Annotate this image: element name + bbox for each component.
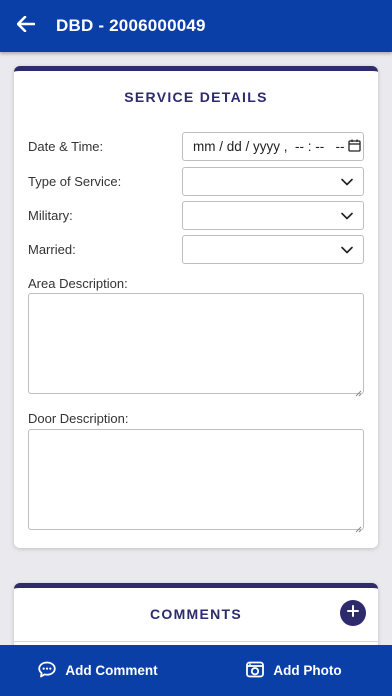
married-select[interactable] (182, 235, 364, 264)
resize-handle-icon[interactable] (354, 384, 362, 397)
bottom-action-bar: Add Comment Add Photo (0, 645, 392, 696)
add-photo-label: Add Photo (273, 663, 342, 678)
date-time-input[interactable]: mm / dd / yyyy , -- : -- -- (182, 132, 364, 161)
type-of-service-select[interactable] (182, 167, 364, 196)
app-header: DBD - 2006000049 (0, 0, 392, 52)
arrow-left-icon (16, 15, 36, 37)
resize-handle-icon[interactable] (354, 520, 362, 533)
chevron-down-icon (341, 174, 353, 189)
date-time-label: Date & Time: (28, 139, 104, 154)
divider (14, 641, 378, 642)
type-of-service-label: Type of Service: (28, 174, 122, 189)
chevron-down-icon (341, 242, 353, 257)
comments-title: COMMENTS (149, 606, 243, 622)
married-row: Married: (28, 235, 364, 264)
chevron-down-icon (341, 208, 353, 223)
camera-icon (246, 661, 273, 681)
date-time-placeholder: mm / dd / yyyy , -- : -- -- (193, 139, 349, 154)
military-row: Military: (28, 201, 364, 230)
date-time-row: Date & Time: mm / dd / yyyy , -- : -- -- (28, 132, 364, 161)
add-photo-button[interactable]: Add Photo (196, 645, 392, 696)
chat-bubble-icon (38, 661, 65, 681)
add-comment-label: Add Comment (65, 663, 158, 678)
area-description-textarea[interactable] (28, 293, 364, 397)
service-details-card: SERVICE DETAILS Date & Time: mm / dd / y… (14, 66, 378, 548)
plus-circle-icon (347, 604, 359, 622)
add-comment-plus-button[interactable] (340, 600, 366, 626)
calendar-icon[interactable] (348, 139, 361, 155)
add-comment-button[interactable]: Add Comment (0, 645, 196, 696)
military-label: Military: (28, 208, 73, 223)
door-description-textarea[interactable] (28, 429, 364, 533)
door-description-label: Door Description: (28, 411, 129, 426)
type-of-service-row: Type of Service: (28, 167, 364, 196)
page-title: DBD - 2006000049 (56, 16, 206, 35)
area-description-label: Area Description: (28, 276, 128, 291)
back-button[interactable] (0, 0, 52, 52)
military-select[interactable] (182, 201, 364, 230)
married-label: Married: (28, 242, 76, 257)
service-details-title: SERVICE DETAILS (124, 89, 268, 105)
